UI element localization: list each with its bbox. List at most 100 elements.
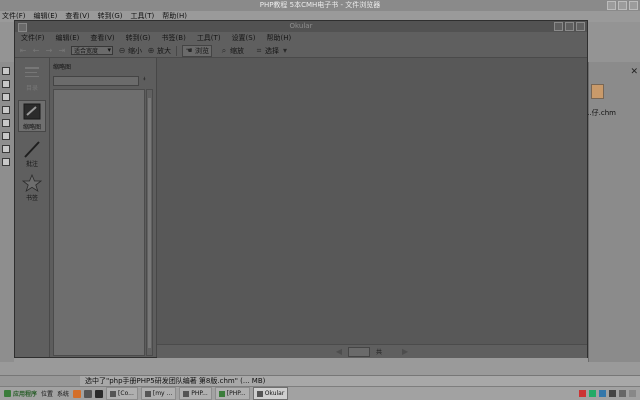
previous-page-icon[interactable]: ◀ [336, 347, 342, 356]
applications-label: 应用程序 [13, 391, 38, 398]
maximize-icon[interactable] [565, 22, 574, 31]
thumbnail-list[interactable] [53, 89, 145, 356]
menu-tools[interactable]: 工具(T) [197, 32, 221, 44]
task-button[interactable]: PHP... [179, 387, 212, 400]
tray-icon[interactable] [579, 390, 586, 397]
menu-bookmarks[interactable]: 书签(B) [162, 32, 186, 44]
zoom-in-button[interactable]: ⊕ 放大 [147, 46, 171, 56]
file-label[interactable]: ...仔.chm [585, 108, 616, 118]
selection-icon: ⌗ [256, 45, 262, 55]
sidebar-item-label: 目录 [25, 85, 38, 92]
tree-node[interactable] [2, 106, 10, 114]
background-file-area: ✕ ...仔.chm [585, 62, 640, 362]
toolbar-separator [176, 45, 177, 56]
system-tray [579, 390, 640, 397]
quick-launch [73, 389, 104, 398]
browse-tool-label: 浏览 [195, 46, 209, 55]
network-icon[interactable] [609, 390, 616, 397]
page-number-input[interactable] [347, 346, 370, 357]
gnome-foot-icon [4, 390, 11, 397]
zoom-out-button[interactable]: ⊖ 缩小 [118, 46, 142, 56]
close-icon[interactable] [629, 1, 638, 10]
tray-icon[interactable] [589, 390, 596, 397]
task-button-okular[interactable]: Okular [252, 387, 289, 400]
browse-tool-button[interactable]: ☚ 浏览 [182, 44, 212, 57]
document-page-view[interactable] [157, 58, 587, 344]
scrollbar-thumb[interactable] [148, 98, 151, 348]
firefox-icon[interactable] [73, 389, 82, 398]
thumbnail-filter-input[interactable] [53, 76, 139, 86]
terminal-icon[interactable] [84, 389, 93, 398]
next-page-icon[interactable]: → [45, 46, 53, 55]
window-icon [110, 390, 117, 397]
terminal-icon[interactable] [95, 389, 104, 398]
sidebar-item-bookmarks[interactable]: 书签 [18, 172, 46, 204]
okular-menubar: 文件(F) 编辑(E) 查看(V) 转到(G) 书签(B) 工具(T) 设置(S… [15, 32, 587, 44]
chevron-down-icon[interactable]: ▾ [281, 46, 289, 55]
zoom-select[interactable]: 适合宽度 [71, 46, 113, 55]
tree-node[interactable] [2, 132, 10, 140]
clock-icon[interactable] [629, 390, 636, 397]
okular-app-icon[interactable] [18, 23, 27, 32]
tree-node[interactable] [2, 93, 10, 101]
chm-file-icon[interactable] [591, 84, 604, 99]
menu-help[interactable]: 帮助(H) [266, 32, 291, 44]
task-label: [Co... [118, 390, 134, 397]
tray-icon[interactable] [599, 390, 606, 397]
tree-node[interactable] [2, 119, 10, 127]
next-page-icon[interactable]: ▶ [402, 347, 408, 356]
first-page-icon[interactable]: ⇤ [19, 46, 27, 55]
thumbnail-scrollbar[interactable] [146, 89, 153, 356]
applications-menu-button[interactable]: 应用程序 [0, 389, 41, 398]
places-menu[interactable]: 位置 [41, 389, 53, 398]
tree-node[interactable] [2, 158, 10, 166]
minimize-icon[interactable] [554, 22, 563, 31]
filter-icon[interactable]: ⍖ [142, 74, 147, 84]
sidebar-item-label: 缩略图 [22, 124, 41, 131]
hand-icon: ☚ [185, 45, 193, 55]
menu-go[interactable]: 转到(G) [126, 32, 151, 44]
zoom-out-label: 缩小 [128, 46, 142, 55]
system-menu[interactable]: 系统 [57, 389, 69, 398]
window-icon [183, 390, 190, 397]
okular-window-controls [554, 22, 585, 31]
task-label: [my ... [152, 390, 173, 397]
tree-node[interactable] [2, 80, 10, 88]
maximize-icon[interactable] [618, 1, 627, 10]
minimize-icon[interactable] [607, 1, 616, 10]
zoom-out-icon: ⊖ [118, 45, 126, 55]
star-icon [22, 174, 42, 192]
menu-edit[interactable]: 编辑(E) [56, 32, 80, 44]
close-tab-icon[interactable]: ✕ [630, 67, 638, 77]
sidebar-item-thumbnails[interactable]: 缩略图 [18, 100, 46, 132]
page-navigation-bar: ◀ 共 ▶ [157, 344, 587, 358]
okular-titlebar[interactable]: Okular [15, 21, 587, 32]
thumbnails-icon [23, 103, 41, 120]
close-icon[interactable] [576, 22, 585, 31]
menu-settings[interactable]: 设置(S) [232, 32, 256, 44]
background-window-title: PHP教程 5本CMH电子书 - 文件浏览器 [0, 0, 640, 11]
sidebar-item-label: 批注 [25, 161, 38, 168]
previous-page-icon[interactable]: ← [32, 46, 40, 55]
sidebar-item-contents[interactable]: 目录 [18, 62, 46, 94]
menu-file[interactable]: 文件(F) [21, 32, 45, 44]
pen-icon [24, 141, 40, 158]
select-tool-button[interactable]: ⌗ 选择 ▾ [252, 45, 292, 57]
okular-icon [256, 390, 263, 397]
menu-view[interactable]: 查看(V) [90, 32, 114, 44]
window-icon [144, 390, 151, 397]
task-button[interactable]: [my ... [140, 387, 177, 400]
okular-sidebar: 目录 缩略图 批注 书签 [15, 58, 50, 357]
task-label: Okular [264, 390, 285, 397]
tree-node[interactable] [2, 145, 10, 153]
volume-icon[interactable] [619, 390, 626, 397]
select-tool-label: 选择 [265, 46, 279, 55]
tree-node[interactable] [2, 67, 10, 75]
taskbar: 应用程序 位置 系统 [Co... [my ... PHP... [PHP...… [0, 386, 640, 400]
task-button[interactable]: [PHP... [214, 387, 250, 400]
sidebar-item-annotations[interactable]: 批注 [18, 138, 46, 170]
task-button[interactable]: [Co... [106, 387, 138, 400]
sidebar-item-label: 书签 [25, 195, 38, 202]
zoom-tool-button[interactable]: ⌕ 缩放 [217, 45, 247, 57]
last-page-icon[interactable]: ⇥ [58, 46, 66, 55]
